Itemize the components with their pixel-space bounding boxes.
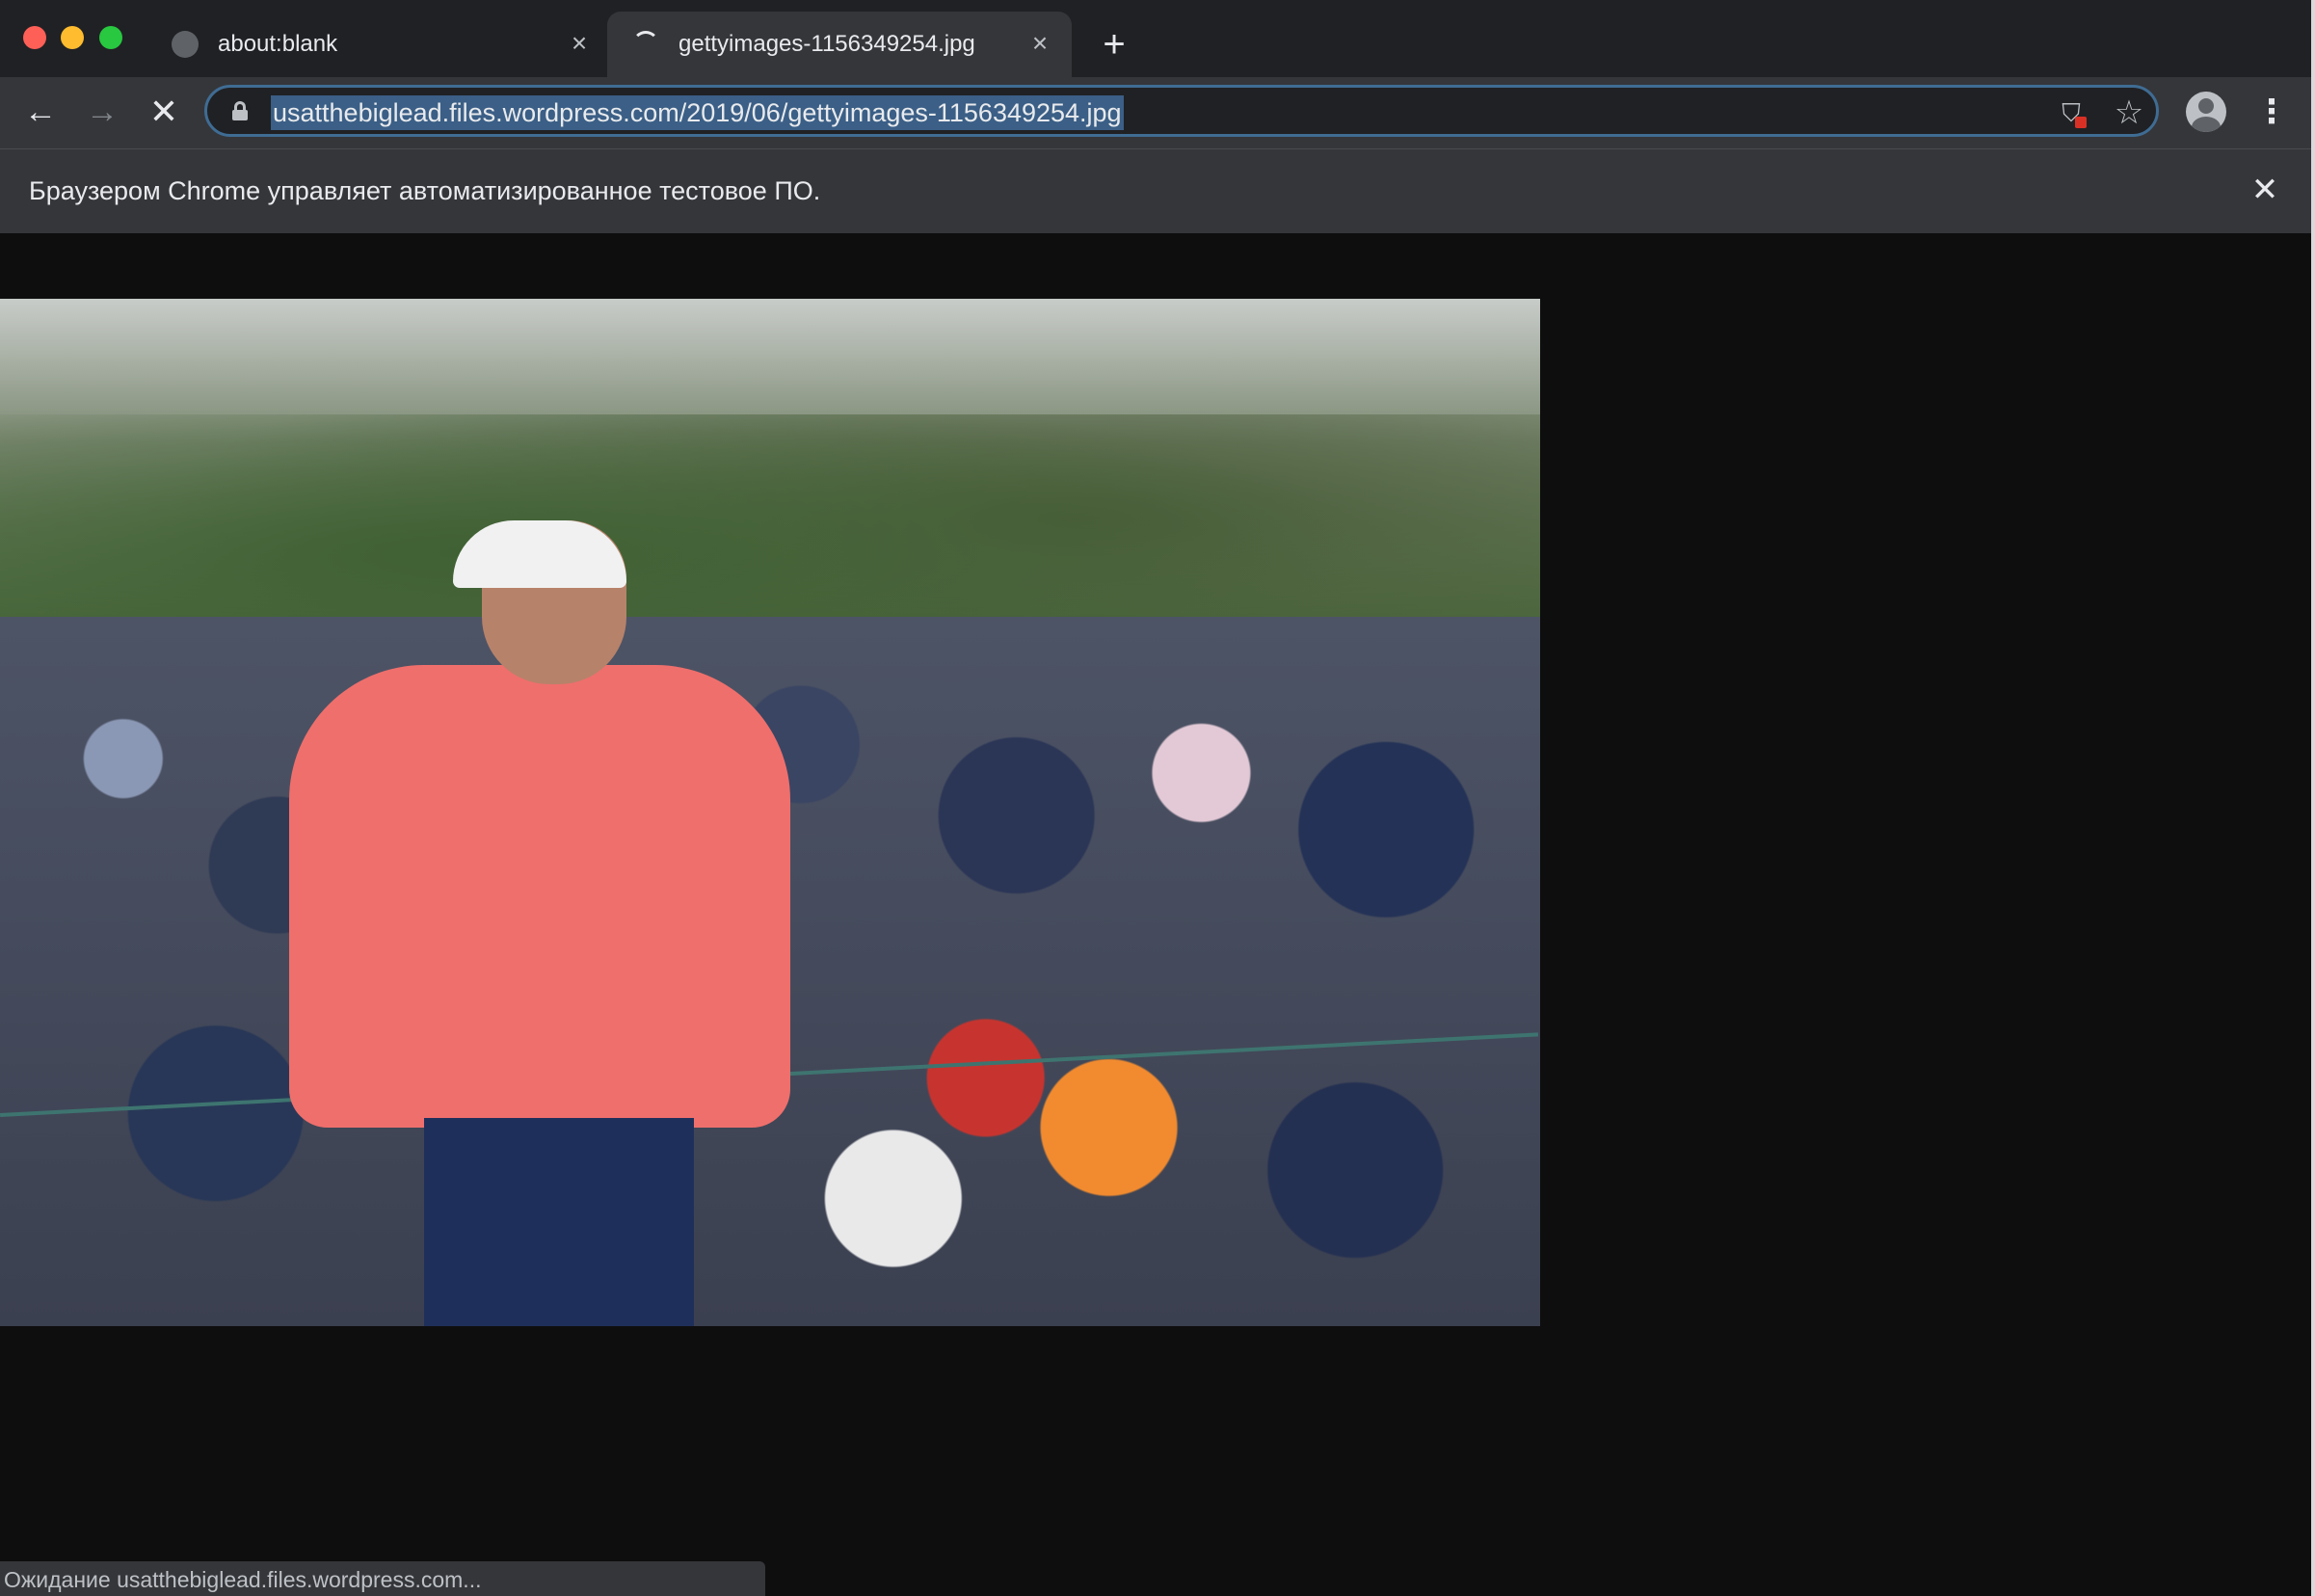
address-bar[interactable]: usatthebiglead.files.wordpress.com/2019/… bbox=[204, 85, 2159, 137]
bookmark-star-icon[interactable]: ☆ bbox=[2112, 93, 2146, 132]
tab-about-blank[interactable]: about:blank × bbox=[152, 12, 605, 77]
lock-icon[interactable] bbox=[232, 101, 248, 120]
tab-close-icon[interactable]: × bbox=[565, 29, 594, 58]
blocked-content-shield-icon[interactable]: ⛉ bbox=[2060, 99, 2087, 128]
tab-title: gettyimages-1156349254.jpg bbox=[679, 31, 975, 57]
white-cap bbox=[453, 520, 626, 588]
tab-strip: about:blank × gettyimages-1156349254.jpg… bbox=[0, 0, 2311, 77]
infobar-message: Браузером Chrome управляет автоматизиров… bbox=[29, 176, 821, 205]
loading-spinner-icon bbox=[632, 31, 659, 58]
infobar-close-icon[interactable]: ✕ bbox=[2246, 171, 2284, 209]
displayed-image[interactable] bbox=[0, 299, 1540, 1326]
window-zoom-button[interactable] bbox=[99, 26, 122, 49]
new-tab-button[interactable]: + bbox=[1095, 25, 1133, 66]
globe-icon bbox=[172, 31, 199, 58]
tab-title: about:blank bbox=[218, 31, 338, 57]
automation-infobar: Браузером Chrome управляет автоматизиров… bbox=[0, 148, 2311, 233]
toolbar: ← → ✕ usatthebiglead.files.wordpress.com… bbox=[0, 77, 2311, 148]
stop-loading-button[interactable]: ✕ bbox=[143, 91, 185, 133]
window-close-button[interactable] bbox=[23, 26, 46, 49]
tab-active-image[interactable]: gettyimages-1156349254.jpg × bbox=[607, 12, 1072, 77]
golfer-figure bbox=[289, 665, 790, 1128]
profile-avatar-icon[interactable] bbox=[2186, 92, 2226, 132]
status-bubble: Ожидание usatthebiglead.files.wordpress.… bbox=[0, 1561, 765, 1596]
browser-window: about:blank × gettyimages-1156349254.jpg… bbox=[0, 0, 2311, 1596]
window-edge bbox=[2311, 0, 2315, 1596]
kebab-menu-icon[interactable]: ⋮ bbox=[2255, 93, 2288, 131]
window-minimize-button[interactable] bbox=[61, 26, 84, 49]
tab-close-icon[interactable]: × bbox=[1025, 29, 1054, 58]
url-text[interactable]: usatthebiglead.files.wordpress.com/2019/… bbox=[271, 95, 1124, 130]
back-button[interactable]: ← bbox=[19, 91, 62, 133]
forward-button[interactable]: → bbox=[81, 91, 123, 133]
